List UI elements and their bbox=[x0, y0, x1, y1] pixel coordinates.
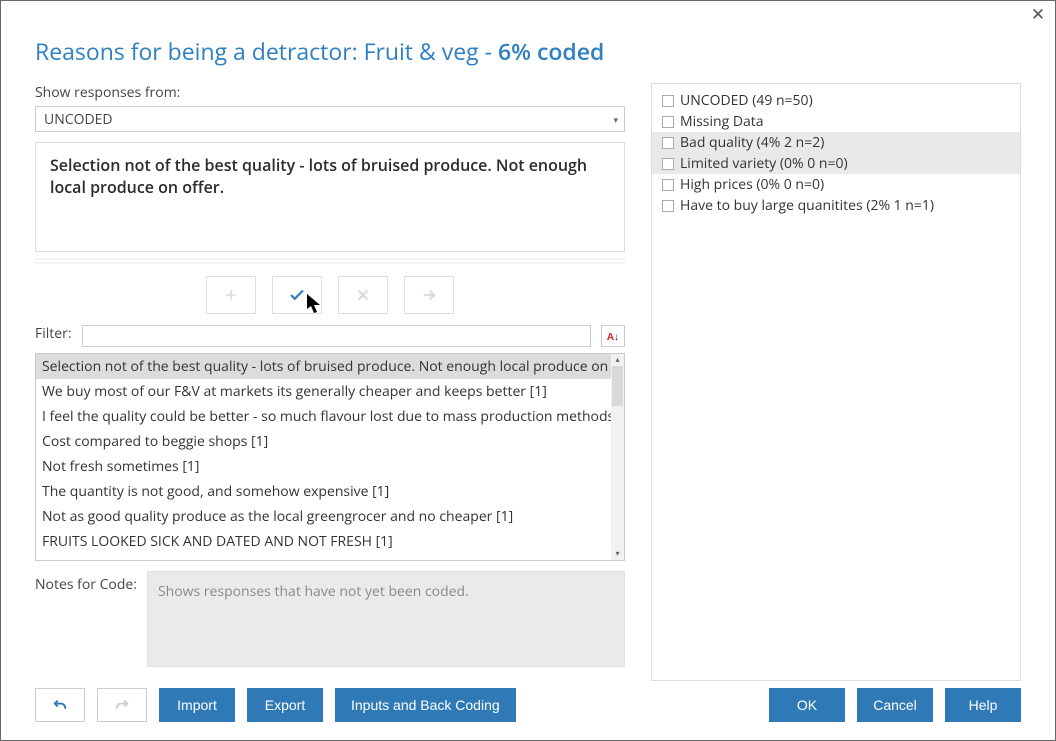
scroll-thumb[interactable] bbox=[612, 366, 623, 406]
sort-button[interactable]: A↓ bbox=[601, 325, 625, 347]
checkbox-icon[interactable] bbox=[662, 137, 674, 149]
title-text: Reasons for being a detractor: Fruit & v… bbox=[35, 35, 498, 67]
checkbox-icon[interactable] bbox=[662, 95, 674, 107]
cancel-button[interactable]: Cancel bbox=[857, 688, 933, 722]
undo-button[interactable] bbox=[35, 688, 85, 722]
add-button[interactable] bbox=[206, 276, 256, 314]
checkbox-icon[interactable] bbox=[662, 200, 674, 212]
list-item[interactable]: We buy most of our F&V at markets its ge… bbox=[36, 379, 611, 404]
sort-az-icon: A bbox=[607, 331, 614, 341]
ok-button[interactable]: OK bbox=[769, 688, 845, 722]
notes-box: Shows responses that have not yet been c… bbox=[147, 571, 625, 667]
list-item[interactable]: I feel the quality could be better - so … bbox=[36, 404, 611, 429]
code-label: Missing Data bbox=[680, 111, 764, 132]
checkbox-icon[interactable] bbox=[662, 158, 674, 170]
scrollbar[interactable]: ▴ ▾ bbox=[611, 354, 624, 560]
redo-button[interactable] bbox=[97, 688, 147, 722]
response-list[interactable]: Selection not of the best quality - lots… bbox=[35, 353, 625, 561]
code-item[interactable]: Limited variety (0% 0 n=0) bbox=[652, 153, 1020, 174]
current-response-box: Selection not of the best quality - lots… bbox=[35, 142, 625, 252]
chevron-down-icon: ▾ bbox=[613, 113, 618, 126]
toolbar bbox=[35, 270, 625, 324]
list-item[interactable]: Not as good quality produce as the local… bbox=[36, 504, 611, 529]
plus-icon bbox=[222, 286, 240, 304]
filter-input[interactable] bbox=[82, 325, 591, 347]
scroll-down-icon[interactable]: ▾ bbox=[611, 548, 624, 560]
code-item[interactable]: High prices (0% 0 n=0) bbox=[652, 174, 1020, 195]
codes-panel: UNCODED (49 n=50)Missing DataBad quality… bbox=[651, 83, 1021, 681]
coding-dialog: ✕ Reasons for being a detractor: Fruit &… bbox=[1, 1, 1055, 740]
help-button[interactable]: Help bbox=[945, 688, 1021, 722]
code-label: Have to buy large quanitites (2% 1 n=1) bbox=[680, 195, 934, 216]
confirm-button[interactable] bbox=[272, 276, 322, 314]
code-label: High prices (0% 0 n=0) bbox=[680, 174, 824, 195]
notes-text: Shows responses that have not yet been c… bbox=[158, 582, 469, 601]
list-item[interactable]: Did [1] bbox=[36, 554, 611, 560]
dropdown-value: UNCODED bbox=[44, 110, 113, 129]
current-response-text: Selection not of the best quality - lots… bbox=[50, 154, 587, 198]
filter-label: Filter: bbox=[35, 324, 72, 343]
scroll-up-icon[interactable]: ▴ bbox=[611, 354, 624, 366]
divider bbox=[35, 258, 625, 264]
list-item[interactable]: Cost compared to beggie shops [1] bbox=[36, 429, 611, 454]
reject-button[interactable] bbox=[338, 276, 388, 314]
code-label: Bad quality (4% 2 n=2) bbox=[680, 132, 824, 153]
code-label: UNCODED (49 n=50) bbox=[680, 90, 813, 111]
list-item[interactable]: Not fresh sometimes [1] bbox=[36, 454, 611, 479]
footer: Import Export Inputs and Back Coding OK … bbox=[35, 688, 1021, 722]
import-button[interactable]: Import bbox=[159, 688, 235, 722]
export-button[interactable]: Export bbox=[247, 688, 323, 722]
code-label: Limited variety (0% 0 n=0) bbox=[680, 153, 848, 174]
dialog-title: Reasons for being a detractor: Fruit & v… bbox=[35, 35, 1021, 67]
code-item[interactable]: UNCODED (49 n=50) bbox=[652, 90, 1020, 111]
title-percent: 6% coded bbox=[498, 35, 604, 67]
code-item[interactable]: Missing Data bbox=[652, 111, 1020, 132]
redo-icon bbox=[113, 696, 131, 714]
show-responses-dropdown[interactable]: UNCODED ▾ bbox=[35, 106, 625, 132]
notes-label: Notes for Code: bbox=[35, 571, 137, 663]
list-item[interactable]: The quantity is not good, and somehow ex… bbox=[36, 479, 611, 504]
next-button[interactable] bbox=[404, 276, 454, 314]
undo-icon bbox=[51, 696, 69, 714]
code-item[interactable]: Bad quality (4% 2 n=2) bbox=[652, 132, 1020, 153]
close-icon[interactable]: ✕ bbox=[1029, 5, 1047, 23]
inputs-back-coding-button[interactable]: Inputs and Back Coding bbox=[335, 688, 516, 722]
x-icon bbox=[354, 286, 372, 304]
show-responses-label: Show responses from: bbox=[35, 83, 625, 102]
checkbox-icon[interactable] bbox=[662, 179, 674, 191]
check-icon bbox=[288, 286, 306, 304]
list-item[interactable]: FRUITS LOOKED SICK AND DATED AND NOT FRE… bbox=[36, 529, 611, 554]
checkbox-icon[interactable] bbox=[662, 116, 674, 128]
list-item[interactable]: Selection not of the best quality - lots… bbox=[36, 354, 611, 379]
arrow-right-icon bbox=[420, 286, 438, 304]
code-item[interactable]: Have to buy large quanitites (2% 1 n=1) bbox=[652, 195, 1020, 216]
